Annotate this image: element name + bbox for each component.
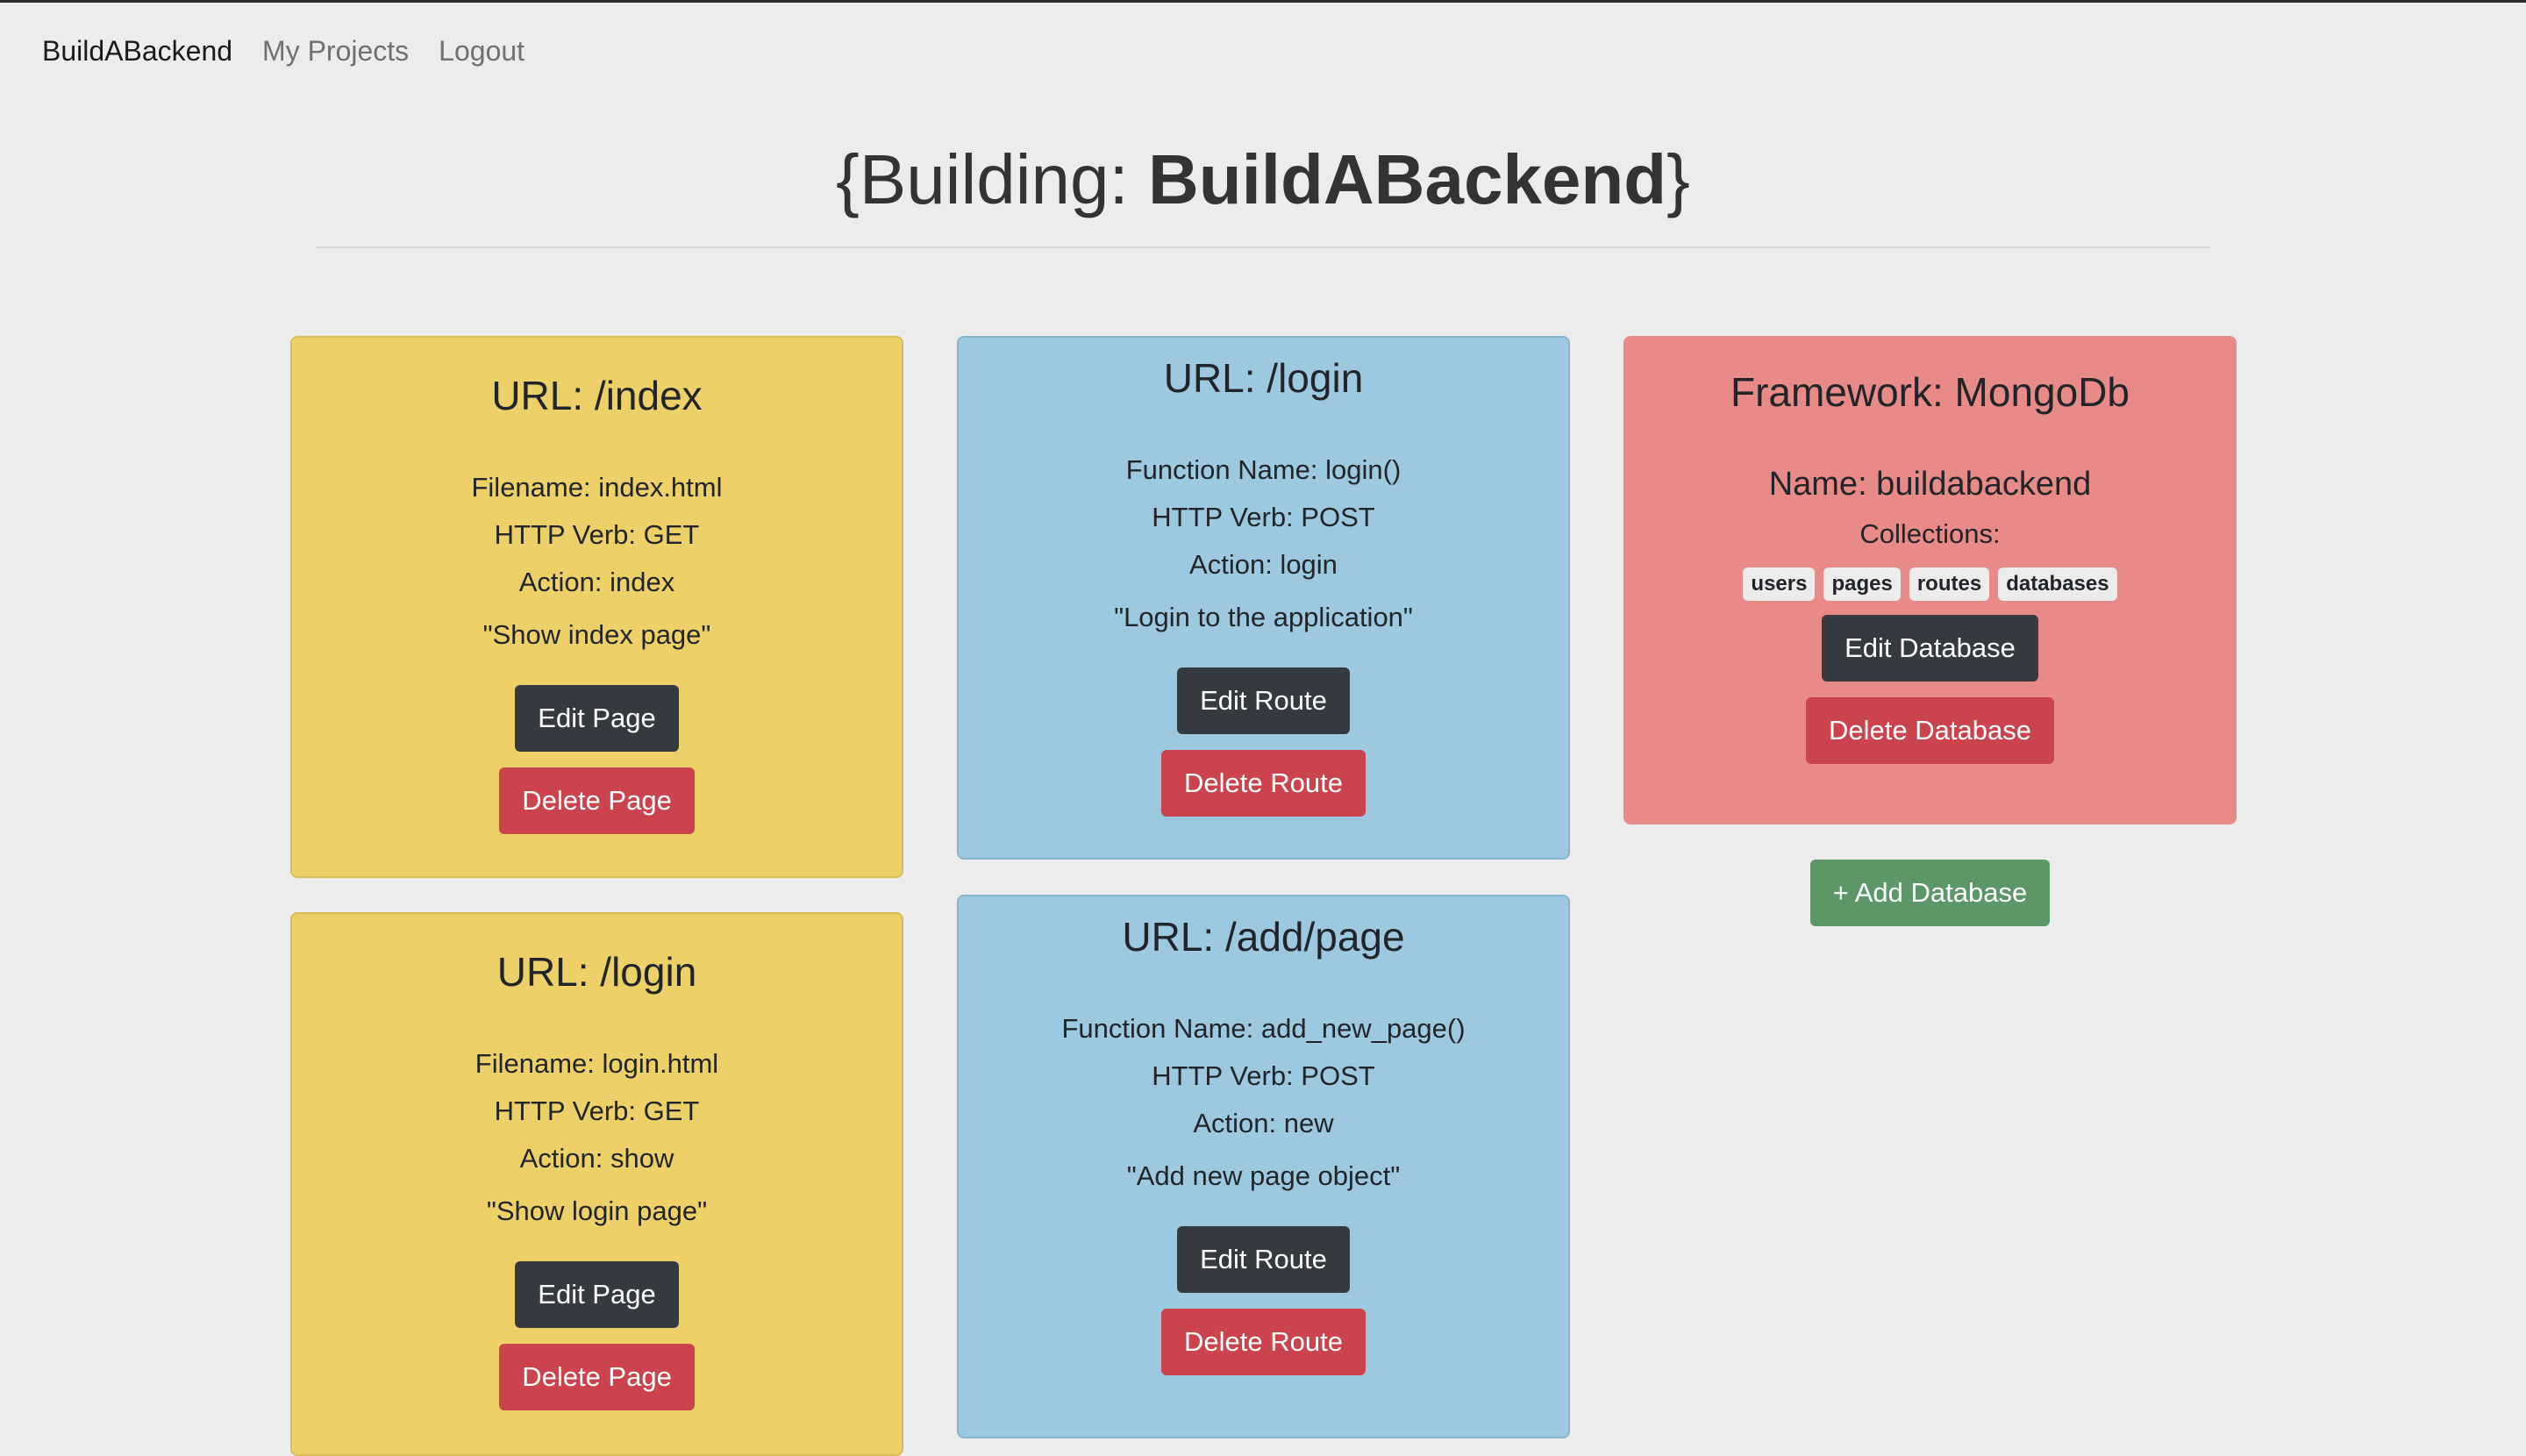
collections-list: users pages routes databases (1623, 567, 2237, 601)
delete-database-button[interactable]: Delete Database (1806, 697, 2054, 764)
route-card: URL: /add/page Function Name: add_new_pa… (957, 895, 1570, 1438)
collection-badge-users: users (1743, 567, 1816, 601)
route-http-verb: HTTP Verb: POST (1152, 1060, 1375, 1091)
page-action: Action: index (518, 567, 675, 597)
page-description: "Show index page" (482, 619, 711, 650)
add-database-button[interactable]: + Add Database (1809, 860, 2051, 926)
edit-database-button[interactable]: Edit Database (1822, 615, 2038, 682)
delete-page-button[interactable]: Delete Page (499, 767, 695, 834)
nav-brand[interactable]: BuildABackend (42, 32, 232, 70)
route-http-verb: HTTP Verb: POST (1152, 502, 1375, 532)
collection-badge-pages: pages (1823, 567, 1901, 601)
delete-route-button[interactable]: Delete Route (1161, 750, 1366, 817)
route-function-name: Function Name: login() (1125, 454, 1402, 485)
edit-page-button[interactable]: Edit Page (515, 685, 679, 752)
route-action: Action: new (1193, 1108, 1334, 1138)
title-prefix: {Building: (836, 140, 1148, 218)
route-description: "Login to the application" (1114, 602, 1413, 632)
route-action: Action: login (1189, 549, 1338, 580)
route-function-name: Function Name: add_new_page() (1061, 1013, 1466, 1044)
database-card: Framework: MongoDb Name: buildabackend C… (1623, 336, 2237, 824)
route-url: URL: /login (1163, 355, 1364, 401)
page-filename: Filename: login.html (475, 1048, 719, 1079)
collection-badge-routes: routes (1909, 567, 1990, 601)
title-project-name: BuildABackend (1147, 140, 1667, 218)
navbar: BuildABackend My Projects Logout (42, 32, 524, 70)
route-description: "Add new page object" (1126, 1160, 1401, 1191)
delete-page-button[interactable]: Delete Page (499, 1344, 695, 1410)
page-http-verb: HTTP Verb: GET (494, 519, 700, 550)
page-action: Action: show (519, 1143, 674, 1174)
page-description: "Show login page" (486, 1195, 708, 1226)
title-suffix: } (1666, 140, 1690, 218)
title-divider (316, 246, 2210, 248)
edit-route-button[interactable]: Edit Route (1177, 1226, 1350, 1293)
page-filename: Filename: index.html (471, 472, 723, 503)
page-card: URL: /index Filename: index.html HTTP Ve… (290, 336, 903, 878)
route-card: URL: /login Function Name: login() HTTP … (957, 336, 1570, 860)
delete-route-button[interactable]: Delete Route (1161, 1309, 1366, 1375)
page-url: URL: /index (491, 373, 703, 418)
page-url: URL: /login (496, 949, 697, 995)
collection-badge-databases: databases (1998, 567, 2117, 601)
add-database-row: + Add Database (1623, 860, 2237, 926)
edit-route-button[interactable]: Edit Route (1177, 667, 1350, 734)
edit-page-button[interactable]: Edit Page (515, 1261, 679, 1328)
page-title: {Building: BuildABackend} (0, 132, 2526, 228)
collections-label: Collections: (1859, 518, 2001, 549)
nav-link-logout[interactable]: Logout (439, 32, 524, 70)
page-http-verb: HTTP Verb: GET (494, 1096, 700, 1126)
nav-link-my-projects[interactable]: My Projects (262, 32, 409, 70)
database-framework: Framework: MongoDb (1730, 369, 2130, 415)
route-url: URL: /add/page (1122, 914, 1405, 960)
page-card: URL: /login Filename: login.html HTTP Ve… (290, 912, 903, 1456)
database-name: Name: buildabackend (1768, 466, 2092, 503)
window-top-border (0, 0, 2526, 3)
